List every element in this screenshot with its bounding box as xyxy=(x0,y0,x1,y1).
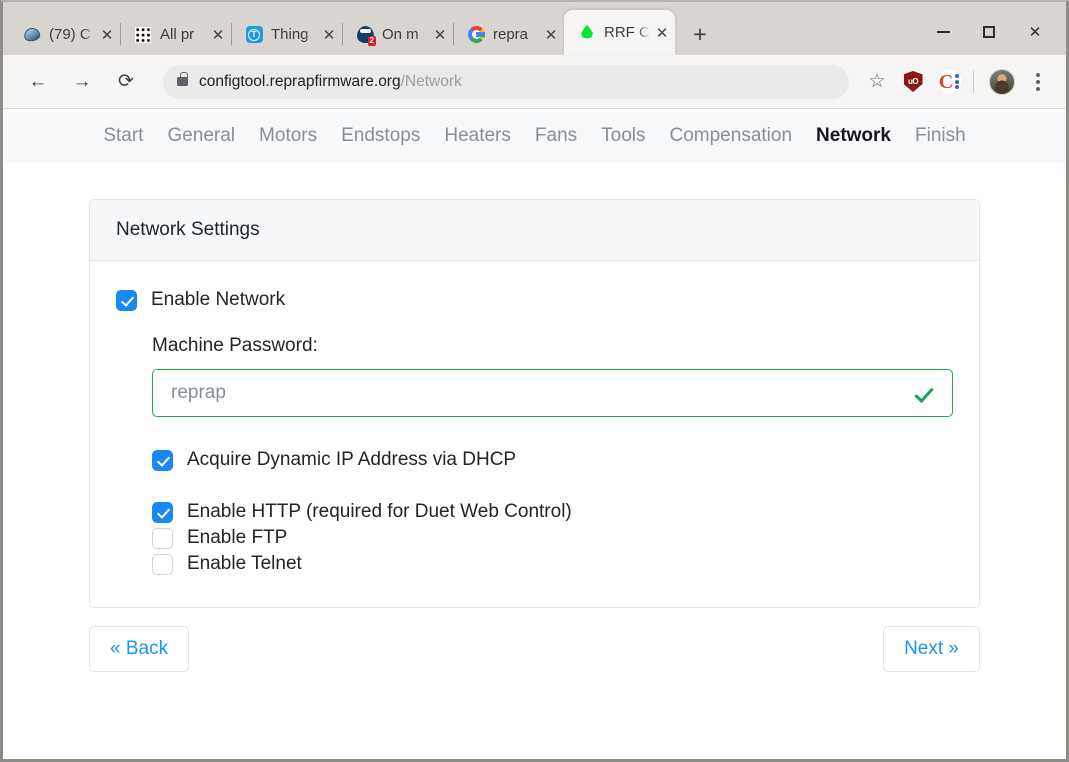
tab-title: Thing xyxy=(271,26,309,43)
enable-ftp-label[interactable]: Enable FTP xyxy=(187,525,287,551)
tab-title: On m xyxy=(382,26,419,43)
lock-icon xyxy=(177,72,188,86)
bookmark-star-icon[interactable]: ☆ xyxy=(861,66,893,98)
tab-strip: (79) C ✕ All pr ✕ T Thing ✕ 2 On m ✕ rep… xyxy=(3,2,1066,55)
dhcp-checkbox[interactable] xyxy=(152,450,173,471)
tab-badge-count: 2 xyxy=(367,35,376,46)
toolbar-divider xyxy=(973,70,974,93)
enable-http-row[interactable]: Enable HTTP (required for Duet Web Contr… xyxy=(152,499,953,525)
back-icon[interactable]: ← xyxy=(21,65,55,99)
chrome-menu-icon[interactable] xyxy=(1022,66,1054,98)
nav-item-general[interactable]: General xyxy=(155,125,247,147)
close-icon[interactable]: ✕ xyxy=(207,24,229,46)
next-button[interactable]: Next » xyxy=(883,626,980,672)
reload-icon[interactable]: ⟳ xyxy=(109,65,143,99)
nav-item-start[interactable]: Start xyxy=(91,125,155,147)
valid-check-icon xyxy=(912,382,934,404)
window-controls: ✕ xyxy=(920,9,1066,55)
wizard-footer: « Back Next » xyxy=(89,608,980,672)
nav-item-tools[interactable]: Tools xyxy=(589,125,657,147)
enable-network-label[interactable]: Enable Network xyxy=(151,287,285,313)
maximize-button[interactable] xyxy=(966,10,1012,54)
machine-password-label: Machine Password: xyxy=(152,335,318,356)
browser-tab-5-active[interactable]: RRF C ✕ xyxy=(564,10,675,55)
enable-telnet-checkbox[interactable] xyxy=(152,554,173,575)
browser-tab-1[interactable]: All pr ✕ xyxy=(120,14,232,55)
network-options-group: Machine Password: reprap Acquire Dynamic… xyxy=(116,335,953,577)
avatar[interactable] xyxy=(986,66,1018,98)
nav-item-network[interactable]: Network xyxy=(804,125,903,147)
tab-title: RRF C xyxy=(604,24,650,41)
nav-item-finish[interactable]: Finish xyxy=(903,125,978,147)
dhcp-label[interactable]: Acquire Dynamic IP Address via DHCP xyxy=(187,447,516,473)
page-content: Start General Motors Endstops Heaters Fa… xyxy=(3,109,1066,759)
enable-ftp-checkbox[interactable] xyxy=(152,528,173,549)
google-icon xyxy=(467,26,485,44)
enable-http-checkbox[interactable] xyxy=(152,502,173,523)
url-path: /Network xyxy=(400,72,462,90)
nav-item-endstops[interactable]: Endstops xyxy=(329,125,432,147)
close-icon[interactable]: ✕ xyxy=(318,24,340,46)
dhcp-row[interactable]: Acquire Dynamic IP Address via DHCP xyxy=(152,447,953,473)
ublock-origin-extension-icon[interactable]: uO xyxy=(897,66,929,98)
enable-network-checkbox[interactable] xyxy=(116,290,137,311)
address-bar[interactable]: configtool.reprapfirmware.org/Network xyxy=(163,64,849,99)
forward-icon[interactable]: → xyxy=(65,65,99,99)
browser-tab-4[interactable]: repra ✕ xyxy=(453,14,565,55)
enable-ftp-row[interactable]: Enable FTP xyxy=(152,525,953,551)
browser-tab-2[interactable]: T Thing ✕ xyxy=(231,14,343,55)
close-icon[interactable]: ✕ xyxy=(96,24,118,46)
enable-network-row[interactable]: Enable Network xyxy=(116,287,953,313)
nav-item-motors[interactable]: Motors xyxy=(247,125,329,147)
onshape-icon: 2 xyxy=(356,26,376,46)
wizard-navbar: Start General Motors Endstops Heaters Fa… xyxy=(3,109,1066,163)
thingiverse-icon: T xyxy=(245,26,263,44)
back-button[interactable]: « Back xyxy=(89,626,190,672)
close-icon[interactable]: ✕ xyxy=(429,24,451,46)
tab-title: (79) C xyxy=(49,26,91,43)
card-body: Enable Network Machine Password: reprap … xyxy=(90,261,979,607)
machine-password-placeholder: reprap xyxy=(171,382,226,403)
tab-title: repra xyxy=(493,26,529,43)
close-icon[interactable]: ✕ xyxy=(651,22,673,44)
disc-icon xyxy=(22,26,42,44)
nav-item-heaters[interactable]: Heaters xyxy=(432,125,523,147)
machine-password-input[interactable]: reprap xyxy=(152,369,953,417)
card-title: Network Settings xyxy=(90,200,979,261)
minimize-button[interactable] xyxy=(920,10,966,54)
url-text: configtool.reprapfirmware.org/Network xyxy=(199,73,462,91)
tab-title: All pr xyxy=(160,26,195,43)
url-domain: configtool.reprapfirmware.org xyxy=(199,72,401,90)
close-icon[interactable]: ✕ xyxy=(540,24,562,46)
browser-window: (79) C ✕ All pr ✕ T Thing ✕ 2 On m ✕ rep… xyxy=(0,0,1069,762)
enable-http-label[interactable]: Enable HTTP (required for Duet Web Contr… xyxy=(187,499,572,525)
droplet-icon xyxy=(578,24,596,42)
browser-toolbar: ← → ⟳ configtool.reprapfirmware.org/Netw… xyxy=(3,55,1066,109)
new-tab-button[interactable]: + xyxy=(683,17,717,51)
enable-telnet-row[interactable]: Enable Telnet xyxy=(152,551,953,577)
enable-telnet-label[interactable]: Enable Telnet xyxy=(187,551,302,577)
nav-item-compensation[interactable]: Compensation xyxy=(658,125,805,147)
browser-tab-0[interactable]: (79) C ✕ xyxy=(9,14,121,55)
close-window-button[interactable]: ✕ xyxy=(1012,10,1058,54)
wizard-content: Network Settings Enable Network Machine … xyxy=(3,163,1066,672)
nav-item-fans[interactable]: Fans xyxy=(523,125,589,147)
colorzilla-extension-icon[interactable]: C xyxy=(933,66,965,98)
browser-tab-3[interactable]: 2 On m ✕ xyxy=(342,14,454,55)
grid-icon xyxy=(134,26,152,44)
network-settings-card: Network Settings Enable Network Machine … xyxy=(89,199,980,608)
